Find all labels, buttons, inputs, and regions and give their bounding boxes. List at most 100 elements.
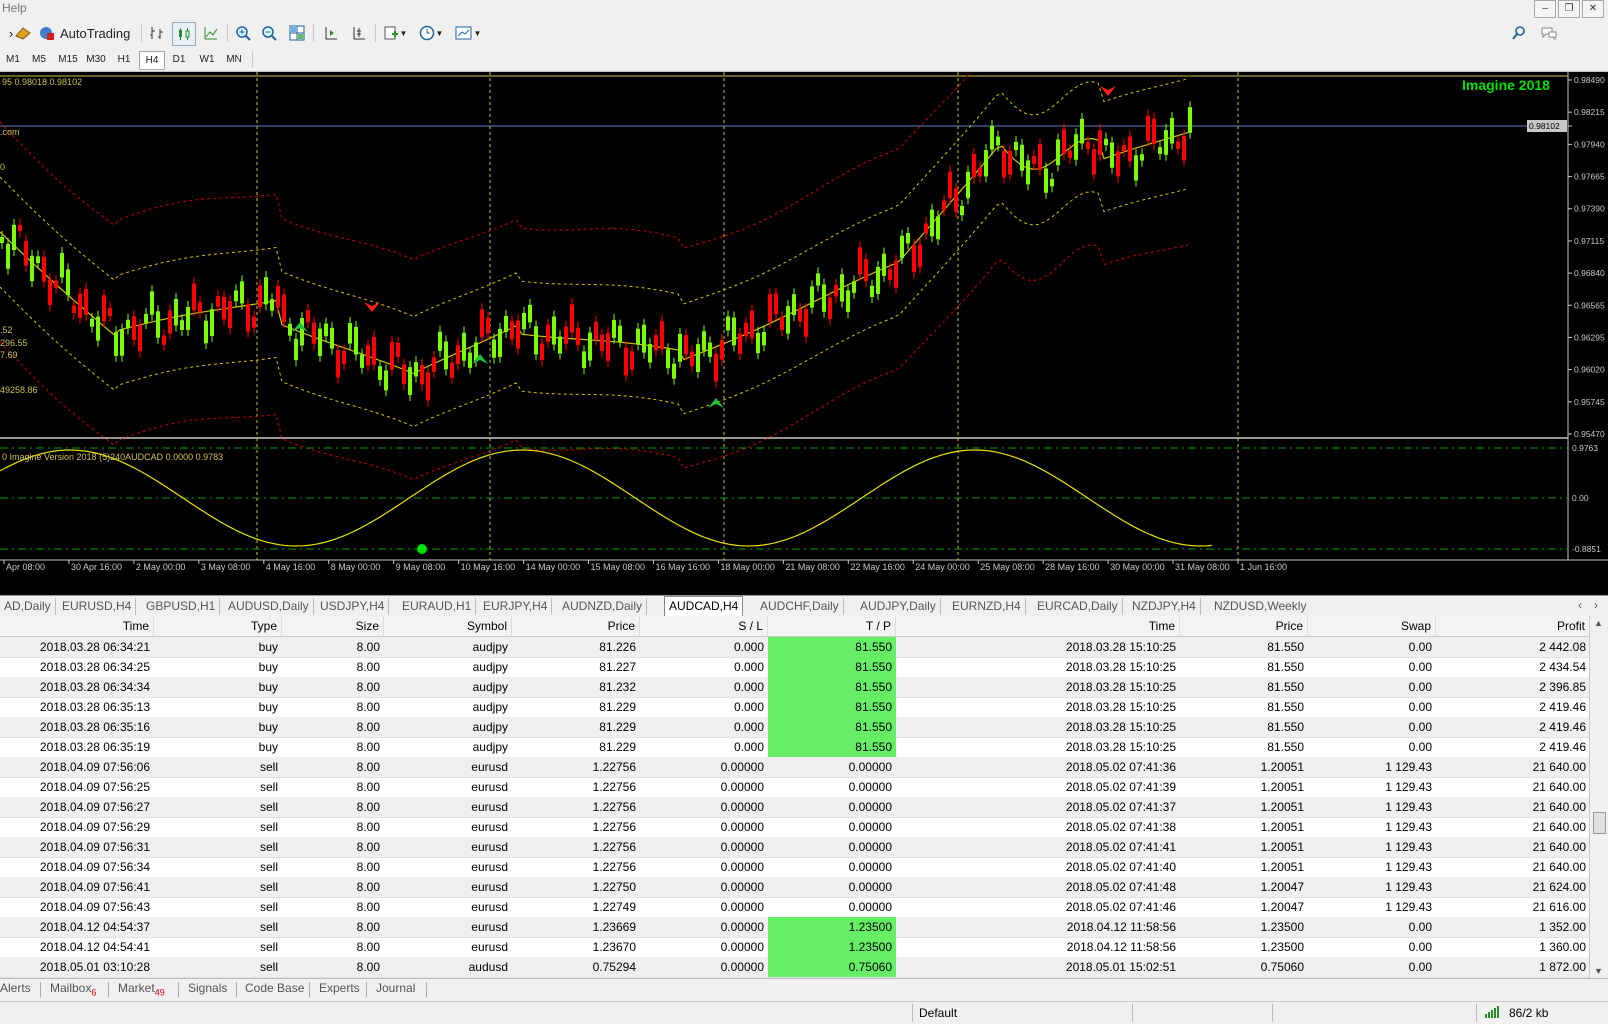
- column-header[interactable]: Swap: [1308, 616, 1436, 636]
- symbol-tab[interactable]: AUDUSD,Daily: [224, 598, 314, 615]
- price-chart[interactable]: 0.98490 0.98215 0.98102 0.97940 0.97665 0.973…: [0, 72, 1608, 596]
- period-mn[interactable]: MN: [222, 51, 246, 68]
- column-header[interactable]: T / P: [768, 616, 896, 636]
- period-w1[interactable]: W1: [195, 51, 219, 68]
- symbol-tab[interactable]: AUDJPY,Daily: [856, 598, 941, 615]
- column-header[interactable]: S / L: [640, 616, 768, 636]
- oscillator-tick-label: 0.00: [1572, 493, 1589, 503]
- bar-chart-icon[interactable]: [146, 22, 168, 44]
- column-header[interactable]: Time: [0, 616, 154, 636]
- table-row[interactable]: 2018.03.28 06:34:34 buy 8.00 audjpy 81.232 0.…: [0, 677, 1590, 698]
- table-cell: 8.00: [356, 880, 380, 894]
- period-h4[interactable]: H4: [139, 51, 165, 70]
- tab-signals[interactable]: Signals: [188, 981, 227, 995]
- tile-windows-icon[interactable]: [286, 22, 308, 44]
- table-row[interactable]: 2018.04.09 07:56:27 sell 8.00 eurusd 1.22756…: [0, 797, 1590, 818]
- candlestick-icon[interactable]: [172, 22, 196, 46]
- table-row[interactable]: 2018.03.28 06:34:25 buy 8.00 audjpy 81.227 0.…: [0, 657, 1590, 678]
- zoom-in-icon[interactable]: [232, 22, 254, 44]
- column-header[interactable]: Price: [1180, 616, 1308, 636]
- meta-editor-icon[interactable]: [12, 22, 34, 44]
- period-m15[interactable]: M15: [54, 51, 82, 68]
- table-row[interactable]: 2018.04.09 07:56:06 sell 8.00 eurusd 1.22756…: [0, 757, 1590, 778]
- symbol-tab[interactable]: USDJPY,H4: [316, 598, 390, 615]
- candle-body: [1122, 145, 1126, 152]
- table-row[interactable]: 2018.05.01 03:10:28 sell 8.00 audusd 0.75294…: [0, 957, 1590, 978]
- menu-help[interactable]: Help: [2, 1, 27, 15]
- symbol-tab[interactable]: AUDCHF,Daily: [756, 598, 844, 615]
- table-cell: 1 872.00: [1539, 960, 1586, 974]
- symbol-tab[interactable]: GBPUSD,H1: [142, 598, 221, 615]
- tab-experts[interactable]: Experts: [319, 981, 360, 995]
- table-row[interactable]: 2018.03.28 06:35:19 buy 8.00 audjpy 81.229 0.…: [0, 737, 1590, 758]
- table-cell: 0.00: [1408, 920, 1432, 934]
- symbol-tab[interactable]: AUDNZD,Daily: [558, 598, 648, 615]
- table-cell: 0.00000: [720, 840, 764, 854]
- period-m5[interactable]: M5: [27, 51, 51, 68]
- zoom-out-icon[interactable]: [258, 22, 280, 44]
- table-row[interactable]: 2018.04.09 07:56:34 sell 8.00 eurusd 1.22756…: [0, 857, 1590, 878]
- table-row[interactable]: 2018.03.28 06:34:21 buy 8.00 audjpy 81.226 0.…: [0, 637, 1590, 658]
- symbol-tab-active[interactable]: AUDCAD,H4: [664, 596, 744, 617]
- scroll-up-icon[interactable]: ▲: [1594, 618, 1603, 628]
- chart-shift-icon[interactable]: [320, 22, 342, 44]
- table-row[interactable]: 2018.04.09 07:56:31 sell 8.00 eurusd 1.22756…: [0, 837, 1590, 858]
- oscillator-tick-label: 0.9763: [1572, 443, 1598, 453]
- restore-icon[interactable]: ❐: [1558, 0, 1580, 18]
- candle-body: [204, 320, 208, 344]
- periods-button[interactable]: ▼: [416, 22, 446, 44]
- period-m30[interactable]: M30: [82, 51, 110, 68]
- tab-mailbox[interactable]: Mailbox6: [50, 981, 96, 997]
- indicators-button[interactable]: ▼: [380, 22, 410, 44]
- table-row[interactable]: 2018.04.12 04:54:37 sell 8.00 eurusd 1.23669…: [0, 917, 1590, 938]
- candle-body: [246, 304, 250, 332]
- tab-scroll-left-icon[interactable]: ‹: [1578, 598, 1582, 612]
- symbol-tab[interactable]: EURNZD,H4: [948, 598, 1026, 615]
- column-header[interactable]: Profit: [1436, 616, 1590, 636]
- table-row[interactable]: 2018.03.28 06:35:16 buy 8.00 audjpy 81.229 0.…: [0, 717, 1590, 738]
- candle-body: [996, 136, 1000, 146]
- table-row[interactable]: 2018.04.09 07:56:29 sell 8.00 eurusd 1.22756…: [0, 817, 1590, 838]
- tab-journal[interactable]: Journal: [376, 981, 415, 995]
- symbol-tab[interactable]: EURJPY,H4: [479, 598, 553, 615]
- column-header[interactable]: Type: [154, 616, 282, 636]
- symbol-tab[interactable]: EURUSD,H4: [58, 598, 137, 615]
- table-row[interactable]: 2018.04.09 07:56:25 sell 8.00 eurusd 1.22756…: [0, 777, 1590, 798]
- chat-icon[interactable]: [1538, 22, 1560, 44]
- symbol-tab[interactable]: AD,Daily: [0, 598, 56, 615]
- minimize-icon[interactable]: –: [1534, 0, 1556, 18]
- tab-market[interactable]: Market49: [118, 981, 165, 997]
- table-row[interactable]: 2018.04.12 04:54:41 sell 8.00 eurusd 1.23670…: [0, 937, 1590, 958]
- tab-code-base[interactable]: Code Base: [245, 981, 304, 995]
- column-header[interactable]: Symbol: [384, 616, 512, 636]
- table-cell: 1 129.43: [1385, 880, 1432, 894]
- table-row[interactable]: 2018.03.28 06:35:13 buy 8.00 audjpy 81.229 0.…: [0, 697, 1590, 718]
- tab-alerts[interactable]: Alerts: [0, 981, 31, 995]
- candle-body: [354, 326, 358, 355]
- period-m1[interactable]: M1: [2, 51, 24, 68]
- close-icon[interactable]: ✕: [1582, 0, 1604, 18]
- auto-scroll-icon[interactable]: [348, 22, 370, 44]
- symbol-tab[interactable]: NZDUSD,Weekly: [1210, 598, 1310, 615]
- autotrading-button[interactable]: AutoTrading: [38, 22, 134, 44]
- templates-button[interactable]: ▼: [452, 22, 484, 44]
- search-icon[interactable]: [1508, 22, 1530, 44]
- period-h1[interactable]: H1: [112, 51, 136, 68]
- scroll-thumb[interactable]: [1593, 812, 1606, 834]
- tab-scroll-right-icon[interactable]: ›: [1594, 598, 1598, 612]
- symbol-tab[interactable]: NZDJPY,H4: [1128, 598, 1201, 615]
- column-header[interactable]: Price: [512, 616, 640, 636]
- candle-body: [1146, 115, 1150, 141]
- symbol-tab[interactable]: EURAUD,H1: [398, 598, 477, 615]
- column-header[interactable]: Size: [282, 616, 384, 636]
- period-d1[interactable]: D1: [167, 51, 191, 68]
- table-row[interactable]: 2018.04.09 07:56:41 sell 8.00 eurusd 1.22750…: [0, 877, 1590, 898]
- time-tick-label: 30 May 00:00: [1110, 562, 1165, 572]
- symbol-tab[interactable]: EURCAD,Daily: [1033, 598, 1123, 615]
- scroll-down-icon[interactable]: ▼: [1594, 966, 1603, 976]
- vertical-scrollbar[interactable]: ▲ ▼: [1589, 616, 1608, 978]
- column-header[interactable]: Time: [896, 616, 1180, 636]
- table-row[interactable]: 2018.04.09 07:56:43 sell 8.00 eurusd 1.22749…: [0, 897, 1590, 918]
- line-chart-icon[interactable]: [200, 22, 222, 44]
- table-cell: 81.550: [768, 637, 896, 657]
